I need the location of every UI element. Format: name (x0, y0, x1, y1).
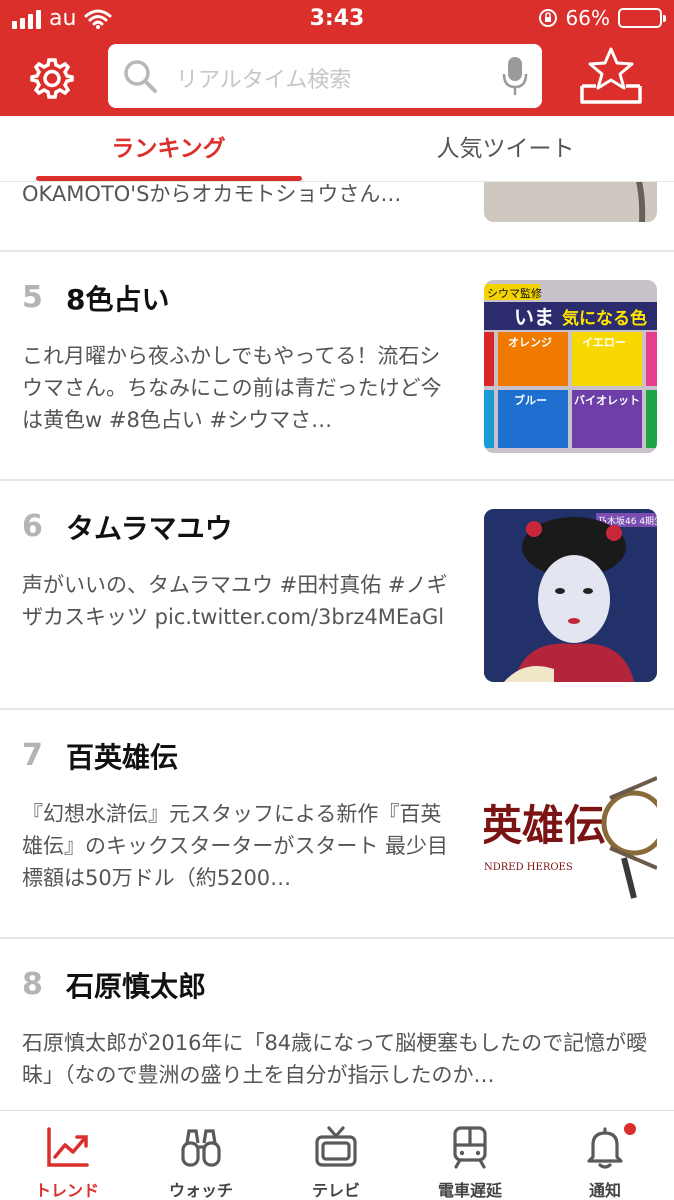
thumb-caption: オレンジ (508, 336, 552, 349)
tab-bar: ランキング 人気ツイート (0, 116, 674, 182)
app-header: au 3:43 66% リアルタイム検索 (0, 0, 674, 116)
binoculars-icon (181, 1129, 221, 1167)
thumb-caption: バイオレット (574, 394, 640, 407)
nav-watch[interactable]: ウォッチ (134, 1111, 268, 1200)
train-icon (453, 1126, 487, 1169)
tab-popular-tweets[interactable]: 人気ツイート (337, 116, 674, 182)
item-title: 百英雄伝 (66, 741, 179, 774)
thumb-caption: 気になる色 (561, 308, 647, 329)
thumb-caption: シウマ監修 (487, 286, 542, 300)
tab-ranking[interactable]: ランキング (0, 116, 337, 182)
list-item[interactable]: OKAMOTO'Sからオカモトショウさん… (0, 182, 674, 252)
orientation-lock-icon (538, 9, 557, 27)
item-thumbnail: シウマ監修 いま 気になる色 オレンジ イエロー ブルー バイオレット (484, 280, 657, 453)
list-item[interactable]: 8 石原慎太郎 石原慎太郎が2016年に「84歳になって脳梗塞もしたので記憶が曖… (0, 939, 674, 1112)
rank-number: 7 (22, 738, 43, 773)
status-bar: au 3:43 66% (0, 0, 674, 38)
item-title: 石原慎太郎 (66, 970, 207, 1003)
battery-percent: 66% (565, 6, 610, 30)
nav-label: テレビ (311, 1181, 360, 1200)
item-description: 石原慎太郎が2016年に「84歳になって脳梗塞もしたので記憶が曖昧」（なので豊洲… (22, 1031, 648, 1087)
item-description: これ月曜から夜ふかしでもやってる！流石シウマさん。ちなみにこの前は青だったけど今… (22, 344, 442, 432)
list-item[interactable]: 7 百英雄伝 『幻想水滸伝』元スタッフによる新作『百英雄伝』のキックスターターが… (0, 710, 674, 939)
list-item[interactable]: 6 タムラマユウ 声がいいの、タムラマユウ #田村真佑 #ノギザカスキッツ pi… (0, 481, 674, 710)
item-title: 8色占い (66, 283, 170, 316)
search-placeholder: リアルタイム検索 (176, 68, 352, 93)
battery-icon (618, 8, 666, 28)
thumb-caption: イエロー (582, 336, 626, 349)
trend-chart-icon (47, 1127, 89, 1167)
item-description: 『幻想水滸伝』元スタッフによる新作『百英雄伝』のキックスターターがスタート 最少… (22, 802, 449, 890)
bottom-navigation: トレンド ウォッチ テレビ 電車遅延 通知 (0, 1110, 674, 1200)
item-thumbnail: 英雄伝 NDRED HEROES (484, 738, 657, 911)
item-title: タムラマユウ (66, 512, 233, 545)
item-description: 声がいいの、タムラマユウ #田村真佑 #ノギザカスキッツ pic.twitter… (22, 573, 448, 629)
rank-number: 8 (22, 967, 43, 1002)
nav-trend[interactable]: トレンド (0, 1111, 134, 1200)
list-item[interactable]: 5 8色占い これ月曜から夜ふかしでもやってる！流石シウマさん。ちなみにこの前は… (0, 252, 674, 481)
trend-list[interactable]: OKAMOTO'Sからオカモトショウさん… 5 8色占い これ月曜から夜ふかしで… (0, 182, 674, 1112)
microphone-icon[interactable] (502, 56, 528, 96)
search-icon (124, 60, 157, 93)
favorite-star-icon[interactable] (578, 46, 644, 106)
thumb-caption: NDRED HEROES (484, 862, 573, 873)
thumb-caption: 英雄伝 (484, 801, 606, 850)
notification-badge (624, 1123, 636, 1135)
nav-label: ウォッチ (168, 1181, 233, 1200)
nav-train-delay[interactable]: 電車遅延 (403, 1111, 537, 1200)
nav-label: トレンド (34, 1181, 99, 1200)
item-description: OKAMOTO'Sからオカモトショウさん… (22, 182, 402, 206)
thumb-caption: いま (514, 305, 554, 329)
nav-tv[interactable]: テレビ (269, 1111, 403, 1200)
rank-number: 5 (22, 280, 43, 315)
item-thumbnail (484, 182, 657, 222)
gear-icon[interactable] (30, 56, 74, 100)
nav-notifications[interactable]: 通知 (538, 1111, 672, 1200)
search-bar[interactable]: リアルタイム検索 (108, 44, 542, 108)
nav-label: 電車遅延 (437, 1181, 502, 1200)
nav-label: 通知 (588, 1181, 621, 1200)
rank-number: 6 (22, 509, 43, 544)
tv-icon (315, 1126, 357, 1167)
item-thumbnail: 乃木坂46 4期生 (484, 509, 657, 682)
active-tab-indicator (36, 176, 302, 181)
bell-icon (587, 1127, 623, 1169)
thumb-caption: ブルー (514, 393, 547, 407)
